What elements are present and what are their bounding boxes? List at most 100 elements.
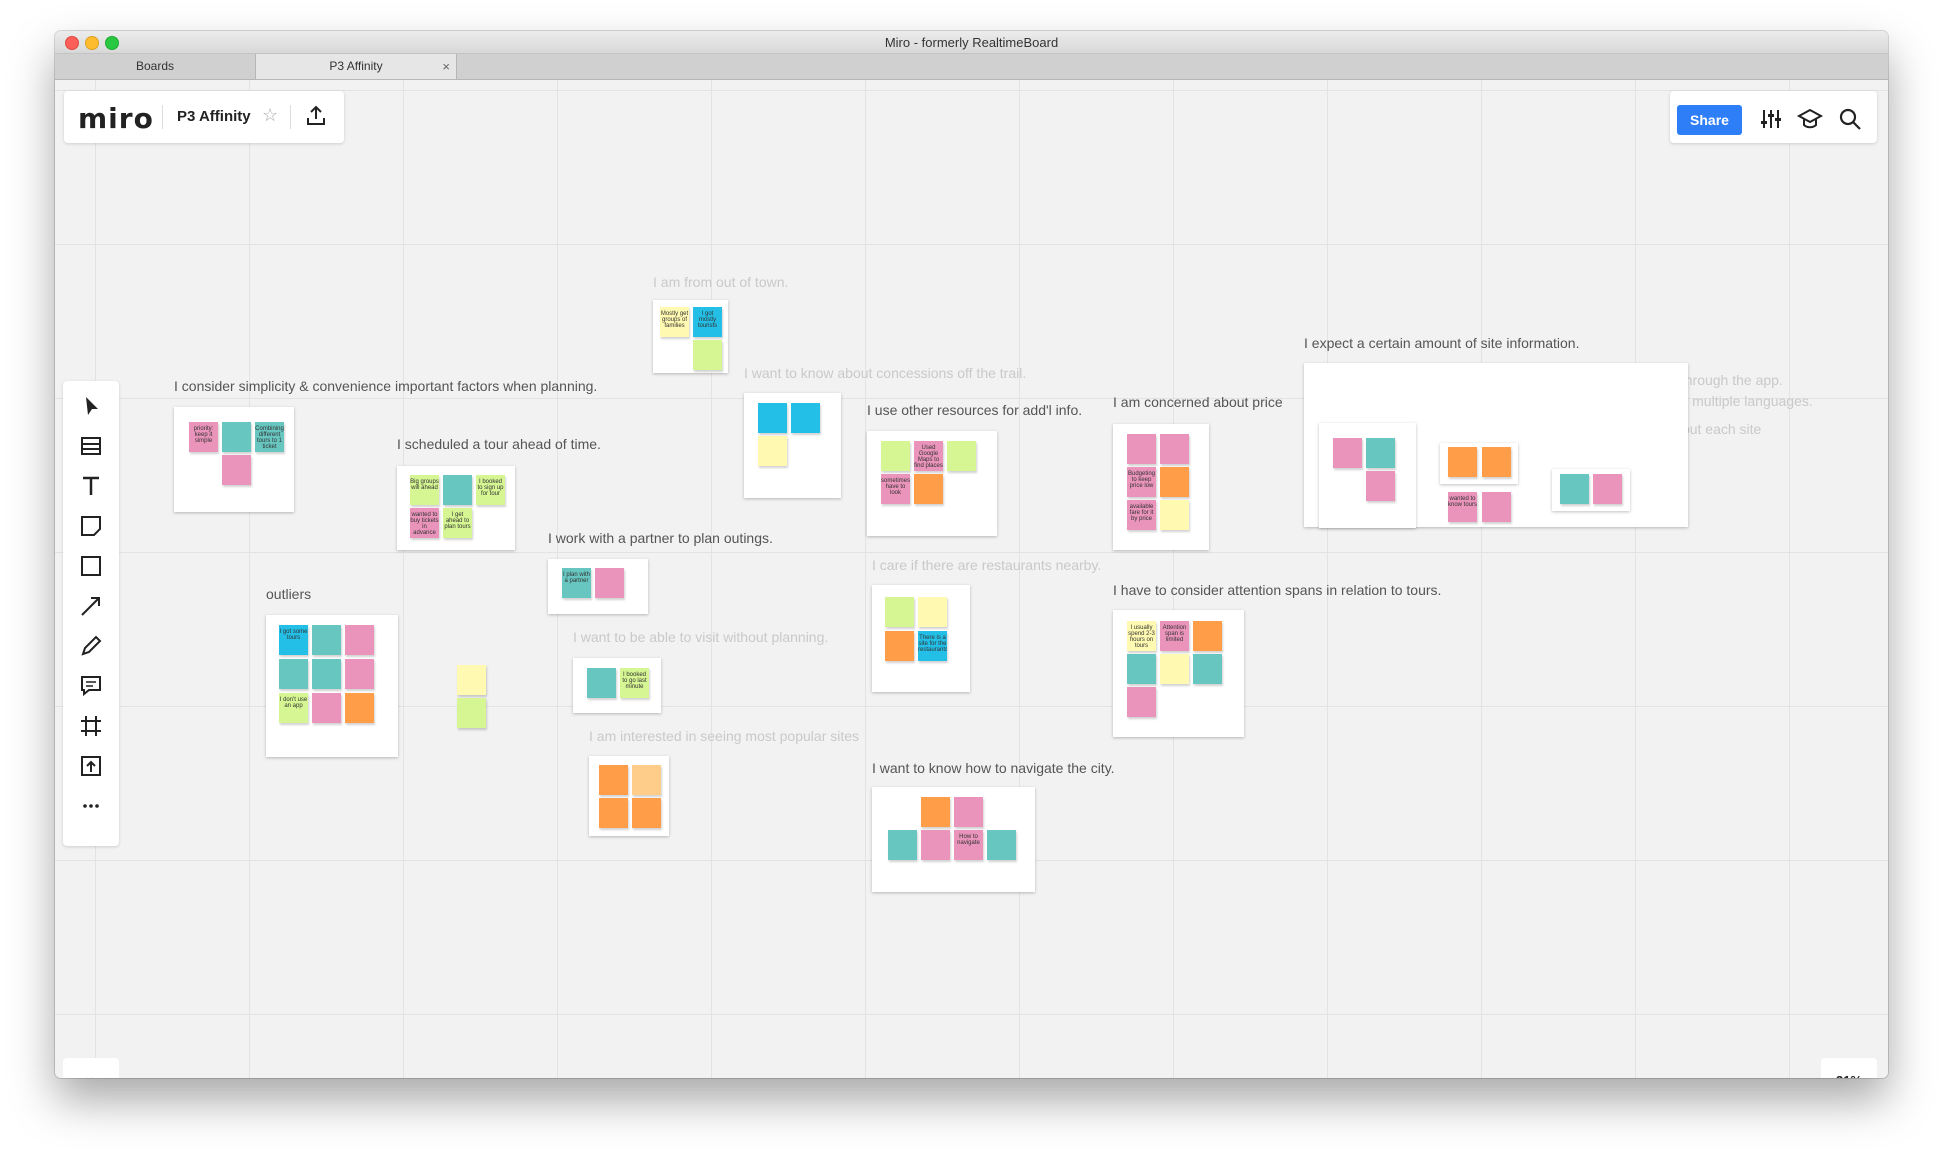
sticky-note[interactable]: How to navigate [954, 830, 983, 860]
sticky-note[interactable]: I usually spend 2-3 hours on tours [1127, 621, 1156, 651]
sticky-note[interactable]: wanted to buy tickets in advance [410, 508, 439, 538]
group-label[interactable]: I care if there are restaurants nearby. [872, 557, 1101, 573]
sticky-note[interactable] [1127, 687, 1156, 717]
sticky-note[interactable] [587, 668, 616, 698]
sticky-note[interactable] [791, 403, 820, 433]
close-tab-icon[interactable]: × [442, 54, 450, 79]
sticky-note-icon[interactable] [77, 512, 105, 540]
sticky-note[interactable] [312, 659, 341, 689]
sticky-note[interactable] [1160, 434, 1189, 464]
group-label[interactable]: I want to be able to visit without plann… [573, 629, 828, 645]
sticky-note[interactable] [595, 568, 624, 598]
sticky-note[interactable] [1127, 654, 1156, 684]
sticky-note[interactable] [1560, 474, 1589, 504]
group-label[interactable]: I want to know about concessions off the… [744, 365, 1026, 381]
frame-icon[interactable] [77, 712, 105, 740]
group-label[interactable]: I expect a certain amount of site inform… [1304, 335, 1579, 351]
tab-boards[interactable]: Boards [55, 54, 256, 79]
sticky-note[interactable] [881, 441, 910, 471]
sticky-note[interactable] [987, 830, 1016, 860]
sticky-note[interactable] [1366, 471, 1395, 501]
group-label[interactable]: I consider simplicity & convenience impo… [174, 378, 597, 394]
sticky-note[interactable] [1482, 447, 1511, 477]
sticky-note[interactable] [599, 765, 628, 795]
sticky-note[interactable] [312, 625, 341, 655]
more-icon[interactable] [77, 792, 105, 820]
sticky-note[interactable]: Big groups will ahead [410, 475, 439, 505]
board-canvas[interactable]: miro P3 Affinity ☆ Share I consider simp… [55, 80, 1888, 1078]
sticky-note[interactable] [758, 403, 787, 433]
sticky-note[interactable]: sometimes have to look [881, 474, 910, 504]
sticky-note[interactable] [345, 693, 374, 723]
sticky-note[interactable]: Attention span is limited [1160, 621, 1189, 651]
shape-icon[interactable] [77, 552, 105, 580]
group-label[interactable]: I scheduled a tour ahead of time. [397, 436, 601, 452]
sticky-note[interactable] [222, 422, 251, 452]
sticky-note[interactable]: There is a site for the restaurants [918, 631, 947, 661]
sticky-note[interactable] [345, 625, 374, 655]
sticky-note[interactable] [632, 765, 661, 795]
sticky-note[interactable]: I booked to go last minute [620, 668, 649, 698]
group-label[interactable]: I am from out of town. [653, 274, 788, 290]
group-label[interactable]: outliers [266, 586, 311, 602]
sticky-note[interactable]: wanted to know tours [1448, 492, 1477, 522]
sticky-note[interactable]: Mostly get groups of families [660, 307, 689, 337]
share-button[interactable]: Share [1677, 105, 1742, 135]
zoom-level[interactable]: 31% [1821, 1058, 1877, 1078]
sticky-note[interactable] [1193, 654, 1222, 684]
sticky-note[interactable] [222, 455, 251, 485]
sticky-note[interactable] [1366, 438, 1395, 468]
sticky-note[interactable] [885, 631, 914, 661]
sticky-note[interactable] [457, 698, 486, 728]
sticky-note[interactable] [1333, 438, 1362, 468]
sticky-note[interactable] [921, 797, 950, 827]
sticky-note[interactable] [1160, 654, 1189, 684]
sticky-note[interactable] [885, 597, 914, 627]
sticky-note[interactable] [345, 659, 374, 689]
sticky-note[interactable] [888, 830, 917, 860]
sticky-note[interactable] [599, 798, 628, 828]
select-cursor-icon[interactable] [77, 392, 105, 420]
sticky-note[interactable]: I don't use an app [279, 693, 308, 723]
sticky-note[interactable] [918, 597, 947, 627]
sticky-note[interactable]: priority: keep it simple [189, 422, 218, 452]
group-label[interactable]: I work with a partner to plan outings. [548, 530, 773, 546]
group-label[interactable]: I am concerned about price [1113, 394, 1283, 410]
sticky-note[interactable] [921, 830, 950, 860]
sticky-note[interactable] [1127, 434, 1156, 464]
group-label[interactable]: I have to consider attention spans in re… [1113, 582, 1441, 598]
sticky-note[interactable] [312, 693, 341, 723]
group-label[interactable]: I am interested in seeing most popular s… [589, 728, 859, 744]
text-icon[interactable] [77, 472, 105, 500]
sticky-note[interactable]: I get ahead to plan tours [443, 508, 472, 538]
upload-icon[interactable] [77, 752, 105, 780]
sticky-note[interactable] [1193, 621, 1222, 651]
sticky-note[interactable]: Budgeting to keep price low [1127, 467, 1156, 497]
tab-p3-affinity[interactable]: P3 Affinity × [256, 54, 457, 79]
search-icon[interactable] [1836, 105, 1864, 133]
sticky-note[interactable]: I got mostly tourists [693, 307, 722, 337]
sticky-note[interactable]: Combining different tours to 1 ticket [255, 422, 284, 452]
sticky-note[interactable] [954, 797, 983, 827]
sticky-note[interactable] [947, 441, 976, 471]
sticky-note[interactable] [1482, 492, 1511, 522]
group-label[interactable]: I want to know how to navigate the city. [872, 760, 1115, 776]
sticky-note[interactable] [457, 665, 486, 695]
sticky-note[interactable] [632, 798, 661, 828]
sticky-note[interactable]: I plan with a partner [562, 568, 591, 598]
sticky-note[interactable]: Used Google Maps to find places [914, 441, 943, 471]
pen-icon[interactable] [77, 632, 105, 660]
sticky-note[interactable] [693, 340, 722, 370]
sticky-note[interactable]: available fare for it by price [1127, 500, 1156, 530]
sticky-note[interactable] [1448, 447, 1477, 477]
sticky-note[interactable] [443, 475, 472, 505]
sticky-note[interactable] [1160, 500, 1189, 530]
settings-sliders-icon[interactable] [1757, 105, 1785, 133]
sticky-note[interactable]: I got some tours [279, 625, 308, 655]
group-label[interactable]: I use other resources for add'l info. [867, 402, 1082, 418]
comment-icon[interactable] [77, 672, 105, 700]
star-icon[interactable]: ☆ [262, 105, 278, 126]
learning-hat-icon[interactable] [1796, 105, 1824, 133]
sticky-note[interactable] [279, 659, 308, 689]
sticky-note[interactable] [1593, 474, 1622, 504]
